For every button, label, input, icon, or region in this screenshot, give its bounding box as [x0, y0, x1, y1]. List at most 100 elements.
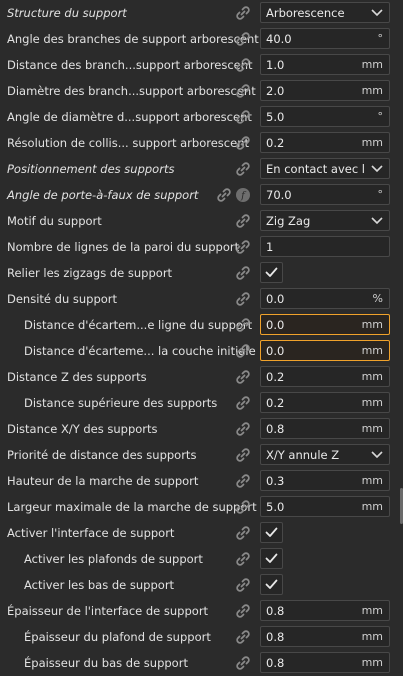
link-icon[interactable]	[235, 83, 251, 99]
input-value: 0.0	[266, 343, 285, 358]
link-icon[interactable]	[235, 239, 251, 255]
input-value: 0.3	[266, 473, 285, 488]
setting-input[interactable]: 0.0 mm	[260, 314, 390, 335]
link-icon[interactable]	[235, 161, 251, 177]
setting-checkbox[interactable]	[260, 548, 283, 569]
link-icon[interactable]	[235, 447, 251, 463]
link-icon[interactable]	[235, 525, 251, 541]
setting-row: Épaisseur de l'interface de support 0.8 mm	[0, 598, 403, 624]
setting-label: Largeur maximale de la marche de support	[7, 500, 257, 514]
input-value: 0.8	[266, 421, 285, 436]
unit-label: °	[377, 110, 384, 123]
setting-input[interactable]: 2.0 mm	[260, 80, 390, 101]
link-icon[interactable]	[235, 291, 251, 307]
setting-row: Angle de diamètre d...support arborescen…	[0, 104, 403, 130]
setting-input[interactable]: 40.0 °	[260, 28, 390, 49]
link-icon[interactable]	[235, 629, 251, 645]
unit-label: mm	[361, 84, 383, 97]
link-icon[interactable]	[235, 343, 251, 359]
link-icon[interactable]	[235, 57, 251, 73]
setting-row: Hauteur de la marche de support 0.3 mm	[0, 468, 403, 494]
setting-input[interactable]: 0.2 mm	[260, 366, 390, 387]
setting-input[interactable]: 1	[260, 236, 390, 257]
chevron-down-icon[interactable]	[365, 159, 389, 178]
input-value: 0.2	[266, 135, 285, 150]
setting-label: Épaisseur du bas de support	[24, 656, 188, 670]
checkmark-icon	[265, 527, 278, 538]
link-icon[interactable]	[235, 369, 251, 385]
setting-input[interactable]: 0.8 mm	[260, 626, 390, 647]
setting-row: Distance des branch...support arborescen…	[0, 52, 403, 78]
setting-label: Distance Z des supports	[7, 370, 147, 384]
link-icon[interactable]	[235, 109, 251, 125]
setting-row: Distance X/Y des supports 0.8 mm	[0, 416, 403, 442]
setting-row: Épaisseur du bas de support 0.8 mm	[0, 650, 403, 676]
link-icon[interactable]	[235, 395, 251, 411]
link-icon[interactable]	[235, 213, 251, 229]
dropdown-value: X/Y annule Z	[266, 447, 340, 462]
setting-label: Activer l'interface de support	[7, 526, 175, 540]
input-value: 5.0	[266, 499, 285, 514]
function-icon[interactable]: f	[235, 187, 251, 203]
setting-row: Distance supérieure des supports 0.2 mm	[0, 390, 403, 416]
chevron-down-icon[interactable]	[365, 211, 389, 230]
unit-label: mm	[361, 656, 383, 669]
setting-input[interactable]: 1.0 mm	[260, 54, 390, 75]
setting-input[interactable]: 0.0%	[260, 288, 390, 309]
setting-dropdown[interactable]: Arborescence	[260, 2, 390, 23]
setting-input[interactable]: 70.0 °	[260, 184, 390, 205]
setting-row: Structure du support Arborescence	[0, 0, 403, 26]
link-icon[interactable]	[235, 135, 251, 151]
link-icon[interactable]	[235, 317, 251, 333]
setting-checkbox[interactable]	[260, 522, 283, 543]
setting-input[interactable]: 5.0 °	[260, 106, 390, 127]
setting-input[interactable]: 0.8 mm	[260, 600, 390, 621]
setting-row: Distance d'écarteme... la couche initial…	[0, 338, 403, 364]
setting-input[interactable]: 0.2 mm	[260, 132, 390, 153]
setting-input[interactable]: 0.2 mm	[260, 392, 390, 413]
setting-label: Épaisseur du plafond de support	[24, 630, 211, 644]
setting-input[interactable]: 0.0 mm	[260, 340, 390, 361]
link-icon[interactable]	[216, 187, 232, 203]
input-value: 1.0	[266, 57, 285, 72]
setting-label: Angle de diamètre d...support arborescen…	[7, 110, 252, 124]
dropdown-value: Zig Zag	[266, 213, 311, 228]
setting-row: Angle des branches de support arborescen…	[0, 26, 403, 52]
link-icon[interactable]	[235, 473, 251, 489]
link-icon[interactable]	[235, 577, 251, 593]
setting-input[interactable]: 0.8 mm	[260, 418, 390, 439]
setting-row: Relier les zigzags de support	[0, 260, 403, 286]
support-settings-list: Structure du support Arborescence Angle de…	[0, 0, 403, 676]
chevron-down-icon[interactable]	[365, 3, 389, 22]
setting-checkbox[interactable]	[260, 262, 283, 283]
link-icon[interactable]	[235, 31, 251, 47]
setting-dropdown[interactable]: En contact avec le...	[260, 158, 390, 179]
link-icon[interactable]	[235, 421, 251, 437]
setting-row: Densité du support 0.0%	[0, 286, 403, 312]
checkmark-icon	[265, 267, 278, 278]
setting-label: Relier les zigzags de support	[7, 266, 173, 280]
setting-label: Positionnement des supports	[7, 162, 175, 176]
setting-row: Distance d'écartem...e ligne du support 0…	[0, 312, 403, 338]
link-icon[interactable]	[235, 655, 251, 671]
setting-label: Priorité de distance des supports	[7, 448, 197, 462]
unit-label: %	[372, 292, 383, 305]
setting-label: Activer les plafonds de support	[24, 552, 203, 566]
link-icon[interactable]	[235, 603, 251, 619]
link-icon[interactable]	[235, 5, 251, 21]
link-icon[interactable]	[235, 265, 251, 281]
input-value: 0.8	[266, 655, 285, 670]
setting-input[interactable]: 5.0 mm	[260, 496, 390, 517]
setting-input[interactable]: 0.3 mm	[260, 470, 390, 491]
unit-label: mm	[361, 370, 383, 383]
setting-dropdown[interactable]: X/Y annule Z	[260, 444, 390, 465]
input-value: 0.0	[266, 317, 285, 332]
setting-dropdown[interactable]: Zig Zag	[260, 210, 390, 231]
unit-label: mm	[361, 500, 383, 513]
chevron-down-icon[interactable]	[365, 445, 389, 464]
link-icon[interactable]	[235, 499, 251, 515]
unit-label: °	[377, 188, 384, 201]
unit-label: mm	[361, 318, 383, 331]
link-icon[interactable]	[235, 551, 251, 567]
setting-checkbox[interactable]	[260, 574, 283, 595]
